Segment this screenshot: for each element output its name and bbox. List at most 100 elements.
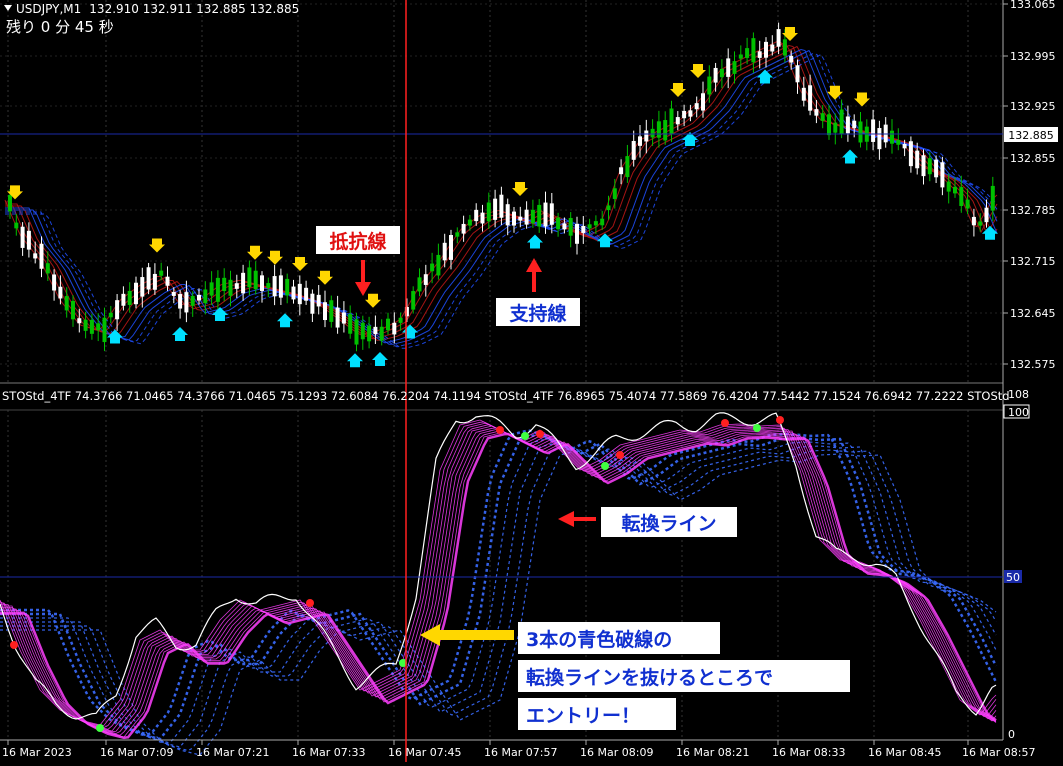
sto-red-dot [616, 451, 624, 459]
candle-body [323, 302, 327, 321]
sto-green-dot [96, 724, 104, 732]
candle-body [965, 199, 970, 209]
candle-body [140, 277, 145, 297]
candle-body [745, 48, 750, 58]
candle-body [146, 267, 151, 290]
buy-arrow-icon [527, 234, 543, 249]
stochastic-lines [0, 412, 998, 756]
candle-body [480, 212, 485, 224]
candle-body [593, 221, 598, 226]
candle-body [953, 186, 957, 194]
candle-body [984, 207, 989, 223]
candle-body [285, 278, 290, 296]
sell-arrow-icon [317, 270, 333, 285]
candle-body [455, 232, 460, 237]
candle-body [726, 58, 731, 77]
switch-line-label: 転換ライン [621, 512, 716, 535]
candle-body [751, 38, 756, 63]
candle-body [234, 283, 239, 289]
price-tick-label: 132.925 [1010, 100, 1056, 113]
chart-canvas[interactable]: USDJPY,M1 132.910 132.911 132.885 132.885… [0, 0, 1063, 762]
candle-body [398, 317, 403, 323]
entry-line2: 転換ラインを抜けるところで [526, 666, 773, 689]
candle-body [253, 270, 258, 290]
candle-body [908, 141, 913, 167]
price-tick-label: 132.645 [1010, 307, 1056, 320]
candle-body [675, 117, 680, 125]
candle-body [713, 67, 718, 83]
candle-body [392, 322, 397, 335]
sto-red-dot [10, 641, 18, 649]
time-tick-label: 16 Mar 08:09 [580, 746, 653, 759]
time-tick-label: 16 Mar 2023 [2, 746, 72, 759]
candle-body [71, 300, 75, 320]
candle-body [341, 312, 346, 324]
candle-body [688, 110, 693, 117]
candle-body [631, 140, 636, 160]
candle-body [39, 243, 44, 269]
candle-body [335, 307, 340, 328]
sto-green-dot [521, 432, 529, 440]
candle-body [978, 221, 983, 226]
dropdown-triangle-icon[interactable] [4, 5, 12, 11]
candle-body [297, 283, 302, 305]
candle-body [518, 216, 523, 221]
entry-arrow-icon [438, 630, 514, 640]
sell-arrow-icon [267, 250, 283, 265]
candle-body [33, 253, 38, 259]
candle-body [619, 167, 624, 175]
candle-body [266, 283, 271, 288]
candle-body [524, 209, 529, 225]
candle-body [890, 130, 894, 144]
candle-body [411, 291, 416, 310]
candle-body [348, 314, 353, 334]
candle-body [801, 87, 806, 101]
time-tick-label: 16 Mar 07:33 [292, 746, 365, 759]
candle-body [896, 140, 901, 145]
annotation-switch-line: 転換ライン [558, 507, 737, 537]
candle-body [260, 275, 264, 291]
chart-grid [0, 0, 1003, 740]
candle-body [543, 202, 548, 227]
candle-body [209, 282, 214, 296]
candle-body [360, 322, 365, 340]
timer-label: 残り 0 分 45 秒 [6, 18, 114, 36]
candle-body [430, 263, 435, 272]
sto-red-dot [721, 419, 729, 427]
candle-body [215, 277, 220, 302]
candle-body [820, 113, 825, 121]
candle-body [795, 65, 800, 83]
candle-body [581, 226, 586, 233]
buy-arrow-icon [277, 313, 293, 328]
candle-body [304, 287, 309, 301]
candle-body [871, 119, 876, 142]
sto-red-dot [306, 599, 314, 607]
candle-body [682, 110, 687, 119]
candle-body [14, 222, 19, 229]
mt4-chart-window[interactable]: USDJPY,M1 132.910 132.911 132.885 132.885… [0, 0, 1063, 762]
candle-body [108, 312, 113, 318]
sell-arrow-icon [670, 83, 686, 97]
candle-body [505, 204, 510, 226]
candle-body [373, 326, 378, 334]
price-tick-label: 132.855 [1010, 152, 1056, 165]
candle-body [423, 274, 428, 285]
candle-body [562, 223, 567, 230]
header: USDJPY,M1 132.910 132.911 132.885 132.885… [4, 2, 299, 36]
candle-body [512, 211, 516, 226]
buy-arrow-icon [842, 149, 858, 164]
candle-body [656, 121, 661, 138]
candle-body [449, 235, 453, 260]
indicator-axis-0: 0 [1008, 728, 1015, 741]
candle-body [669, 108, 674, 135]
candle-body [612, 188, 617, 199]
price-tick-label: 132.715 [1010, 255, 1056, 268]
candle-body [77, 318, 82, 324]
candle-body [719, 68, 724, 78]
annotation-entry: 3本の青色破線の 転換ラインを抜けるところで エントリー！ [420, 622, 850, 730]
sto-red-dot [536, 430, 544, 438]
candle-body [833, 122, 838, 133]
buy-arrow-icon [172, 327, 188, 341]
candle-body [45, 263, 50, 274]
candle-body [707, 76, 712, 95]
